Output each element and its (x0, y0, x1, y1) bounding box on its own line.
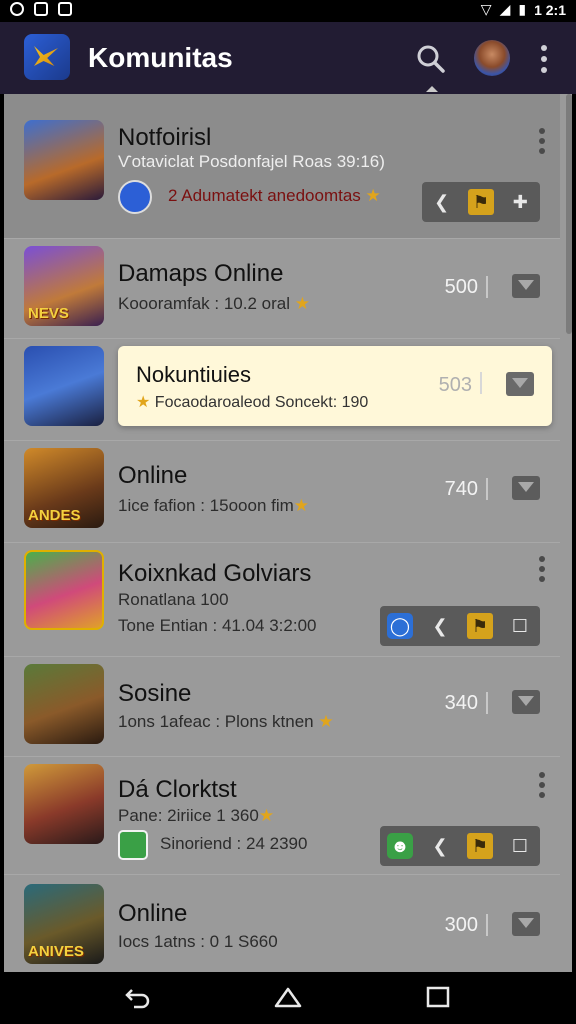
list-item[interactable]: Dá Clorktst Pane: 2iriice 1 360★ Sinorie… (4, 756, 560, 875)
row-menu-icon[interactable] (530, 128, 550, 158)
row-menu-icon[interactable] (530, 556, 550, 586)
game-thumbnail (24, 764, 104, 844)
item-subtitle: ★ Focaodaroaleod Soncekt: 190 (136, 394, 369, 411)
trash-icon[interactable]: ☐ (507, 613, 533, 639)
list-item[interactable]: NEVS Damaps Online Koooramfak : 10.2 ora… (4, 238, 560, 339)
pin-icon[interactable]: ⚑ (467, 189, 494, 215)
signal-icon: ◢ (499, 1, 511, 17)
divider (486, 276, 488, 298)
expand-button[interactable] (512, 690, 540, 714)
row-actions: ☻ ❮ ⚑ ☐ (380, 826, 540, 866)
item-title: Sosine (118, 680, 192, 707)
app-logo[interactable] (24, 34, 70, 80)
divider (480, 372, 482, 394)
status-time: 1 2:1 (534, 1, 566, 18)
highlight-card[interactable]: Nokuntiuies ★ Focaodaroaleod Soncekt: 19… (118, 346, 552, 426)
app-badge-icon[interactable]: ◯ (387, 613, 413, 639)
page-title: Komunitas (88, 42, 233, 73)
row-actions: ◯ ❮ ⚑ ☐ (380, 606, 540, 646)
avatar[interactable] (474, 40, 510, 76)
pin-icon[interactable]: ⚑ (467, 833, 493, 859)
scrollbar[interactable] (566, 94, 572, 334)
item-subtitle: Pane: 2iriice 1 360★ (118, 806, 275, 825)
item-score: 740 (444, 478, 478, 500)
list-item[interactable]: Koixnkad Golviars Ronatlana 100 Tone Ent… (4, 542, 560, 657)
list-item[interactable]: Nokuntiuies ★ Focaodaroaleod Soncekt: 19… (4, 338, 560, 441)
home-icon[interactable] (274, 984, 302, 1010)
item-detail: Tone Entian : 41.04 3:2:00 (118, 616, 317, 635)
pin-icon[interactable]: ⚑ (467, 613, 493, 639)
item-score: 500 (444, 276, 478, 298)
notification-icon (10, 2, 24, 16)
row-actions: ❮ ⚑ ✚ (422, 182, 540, 222)
pull-indicator (426, 86, 438, 92)
item-subtitle: Ronatlana 100 (118, 590, 229, 609)
thumbnail-badge: ANIVES (28, 943, 84, 960)
divider (486, 692, 488, 714)
status-bar: ▽ ◢ ▮ 1 2:1 (0, 0, 576, 22)
item-subtitle: Ѵotaviclat Posdonfajel Roas 39:16) (118, 152, 385, 171)
list-item[interactable]: Notfoirisl Ѵotaviclat Posdonfajel Roas 3… (4, 94, 560, 239)
game-thumbnail: NEVS (24, 246, 104, 326)
game-thumbnail (24, 120, 104, 200)
app-icon (118, 830, 148, 860)
list-item[interactable]: Sosine 1ons 1afeac : Plons ktnen ★ 340 (4, 656, 560, 757)
item-score: 340 (444, 692, 478, 714)
game-thumbnail: ANDES (24, 448, 104, 528)
item-detail: Sinoriend : 24 2390 (160, 834, 308, 853)
thumbnail-badge: NEVS (28, 305, 69, 322)
game-thumbnail: ANIVES (24, 884, 104, 964)
battery-icon: ▮ (518, 1, 527, 17)
list-item[interactable]: ANDES Online 1ice fafion : 15ooon fim★ 7… (4, 440, 560, 543)
game-thumbnail (24, 664, 104, 744)
game-thumbnail (24, 550, 104, 630)
trash-icon[interactable]: ☐ (507, 833, 533, 859)
expand-button[interactable] (512, 476, 540, 500)
share-icon[interactable]: ❮ (427, 833, 453, 859)
item-score: 300 (444, 914, 478, 936)
item-subtitle: Koooramfak : 10.2 oral ★ (118, 294, 310, 313)
gallery-icon (34, 2, 48, 16)
overflow-menu-icon[interactable] (532, 44, 556, 76)
screenshot-icon (58, 2, 72, 16)
item-title: Notfoirisl (118, 124, 212, 151)
divider (486, 478, 488, 500)
back-icon[interactable] (124, 984, 152, 1010)
item-title: Online (118, 900, 188, 927)
item-subtitle: 1ice fafion : 15ooon fim★ (118, 496, 310, 515)
divider (486, 914, 488, 936)
item-title: Koixnkad Golviars (118, 560, 312, 587)
item-subtitle: Iocs 1atns : 0 1 S660 (118, 932, 278, 951)
row-menu-icon[interactable] (530, 772, 550, 802)
expand-button[interactable] (512, 274, 540, 298)
app-bar: Komunitas (0, 22, 576, 94)
thumbnail-badge: ANDES (28, 507, 81, 524)
add-icon[interactable]: ✚ (507, 189, 533, 215)
compass-icon (118, 180, 152, 214)
wifi-icon: ▽ (480, 1, 492, 17)
share-icon[interactable]: ❮ (429, 189, 455, 215)
game-thumbnail (24, 346, 104, 426)
recents-icon[interactable] (424, 984, 452, 1010)
list-item[interactable]: ANIVES Online Iocs 1atns : 0 1 S660 300 (4, 874, 560, 972)
item-title: Damaps Online (118, 260, 284, 287)
expand-button[interactable] (506, 372, 534, 396)
item-title: Nokuntiuies (136, 362, 251, 387)
item-note: 2 Adumatekt anedoomtas ★ (168, 186, 381, 205)
search-icon[interactable] (414, 42, 448, 76)
community-list: Notfoirisl Ѵotaviclat Posdonfajel Roas 3… (4, 94, 572, 972)
share-icon[interactable]: ❮ (427, 613, 453, 639)
navigation-bar (0, 972, 576, 1024)
app-badge-icon[interactable]: ☻ (387, 833, 413, 859)
expand-button[interactable] (512, 912, 540, 936)
item-score: 503 (438, 374, 472, 396)
item-title: Online (118, 462, 188, 489)
item-title: Dá Clorktst (118, 776, 237, 803)
item-subtitle: 1ons 1afeac : Plons ktnen ★ (118, 712, 334, 731)
